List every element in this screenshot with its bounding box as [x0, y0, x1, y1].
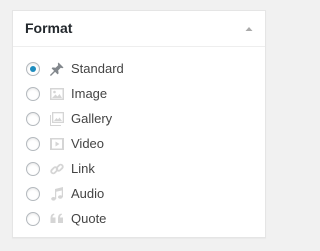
- format-label: Link: [71, 160, 95, 176]
- radio-link[interactable]: [26, 161, 40, 176]
- format-label: Gallery: [71, 110, 113, 126]
- radio-audio[interactable]: [26, 186, 40, 201]
- triangle-up-icon[interactable]: [241, 21, 257, 37]
- gallery-icon: [48, 110, 66, 128]
- format-label: Standard: [71, 60, 124, 76]
- radio-image[interactable]: [26, 86, 40, 101]
- format-option-image[interactable]: Image: [13, 81, 265, 106]
- format-panel: Format Standard Image Gallery Video Link…: [12, 10, 266, 238]
- radio-gallery[interactable]: [26, 111, 40, 126]
- radio-standard[interactable]: [26, 61, 40, 76]
- format-option-link[interactable]: Link: [13, 156, 265, 181]
- panel-header: Format: [13, 11, 265, 47]
- format-label: Video: [71, 135, 105, 151]
- format-option-gallery[interactable]: Gallery: [13, 106, 265, 131]
- format-option-quote[interactable]: Quote: [13, 206, 265, 231]
- radio-video[interactable]: [26, 136, 40, 151]
- format-option-standard[interactable]: Standard: [13, 56, 265, 81]
- link-icon: [48, 160, 66, 178]
- format-label: Quote: [71, 210, 107, 226]
- panel-title: Format: [25, 20, 73, 36]
- music-note-icon: [48, 185, 66, 203]
- quote-icon: [48, 210, 66, 228]
- format-option-video[interactable]: Video: [13, 131, 265, 156]
- format-label: Audio: [71, 185, 105, 201]
- image-icon: [48, 85, 66, 103]
- format-list: Standard Image Gallery Video Link Audio …: [13, 56, 265, 231]
- format-option-audio[interactable]: Audio: [13, 181, 265, 206]
- pin-icon: [48, 60, 66, 78]
- radio-quote[interactable]: [26, 211, 40, 226]
- format-label: Image: [71, 85, 108, 101]
- video-icon: [48, 135, 66, 153]
